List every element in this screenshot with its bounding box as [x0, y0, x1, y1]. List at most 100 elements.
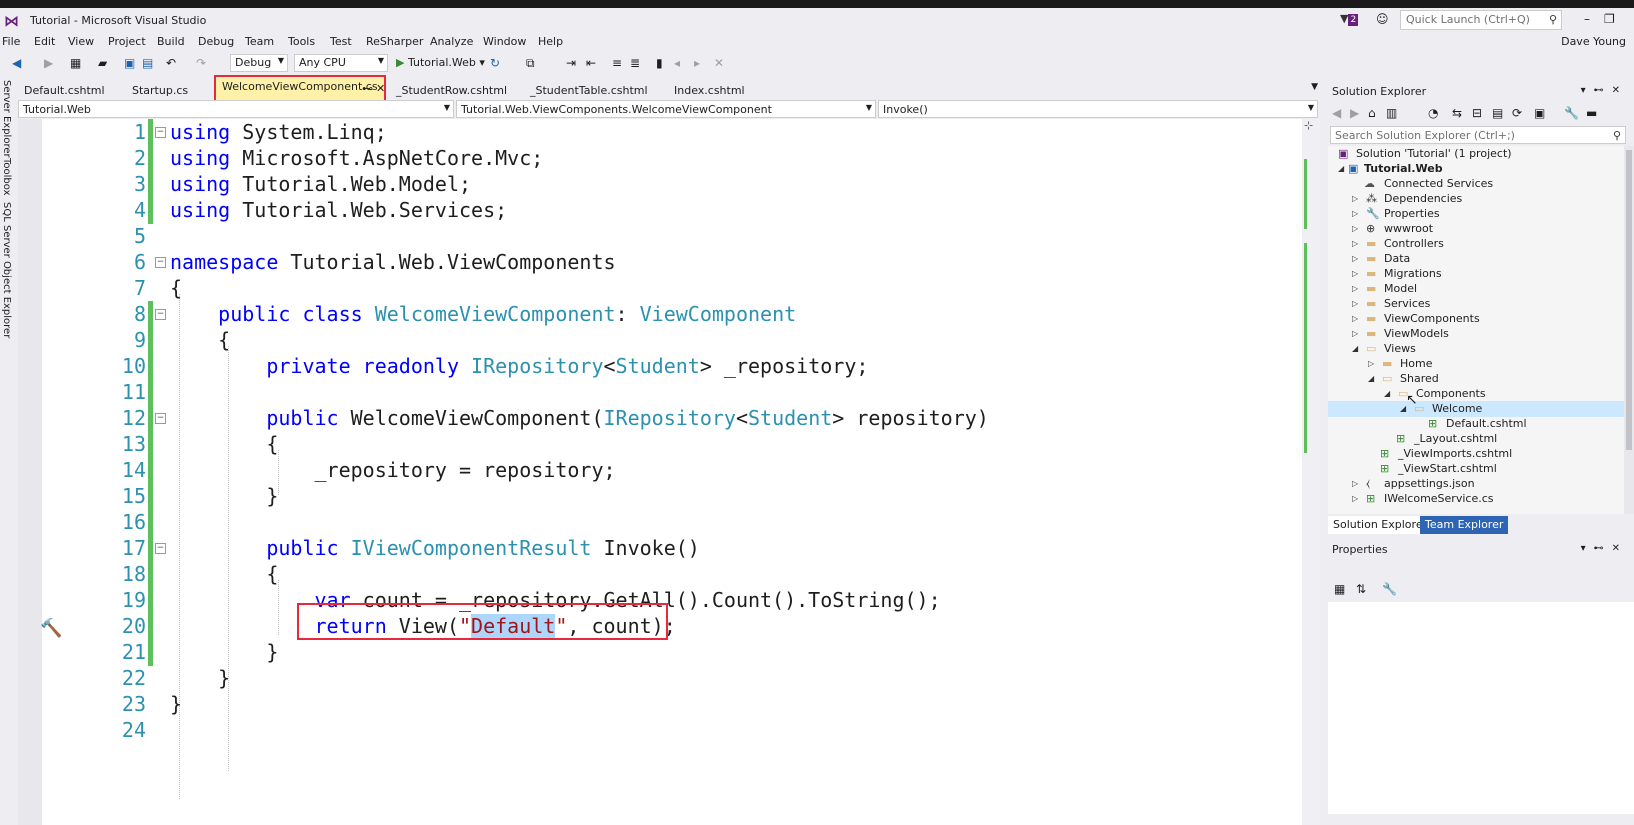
- uncomment-icon[interactable]: ≣: [630, 56, 640, 70]
- code-line-16[interactable]: 16: [18, 509, 1302, 536]
- tab-team-explorer[interactable]: Team Explorer: [1420, 516, 1509, 534]
- tree-item-viewmodels[interactable]: ▷ ▬ ViewModels: [1328, 326, 1624, 342]
- tab-default-cshtml[interactable]: Default.cshtml: [24, 81, 105, 100]
- tree-item-appsettings-json[interactable]: ▷ ⧼ appsettings.json: [1328, 476, 1624, 492]
- solution-explorer-scrollbar[interactable]: [1624, 146, 1634, 514]
- menu-team[interactable]: Team: [245, 35, 274, 48]
- code-line-14[interactable]: 14 _repository = repository;: [18, 457, 1302, 484]
- editor-vertical-scrollbar[interactable]: ⊹: [1302, 119, 1320, 825]
- categorized-icon[interactable]: ▦: [1334, 582, 1345, 596]
- tree-item-wwwroot[interactable]: ▷ ⊕ wwwroot: [1328, 221, 1624, 237]
- menu-view[interactable]: View: [68, 35, 94, 48]
- tree-item-shared[interactable]: ◢ ▭ Shared: [1328, 371, 1624, 387]
- code-line-7[interactable]: 7{: [18, 275, 1302, 302]
- expanded-arrow-icon[interactable]: ◢: [1338, 161, 1344, 177]
- feedback-icon[interactable]: ☺: [1376, 12, 1389, 26]
- collapse-icon[interactable]: −: [155, 257, 166, 268]
- window-controls[interactable]: –❐: [1584, 12, 1629, 26]
- forward-icon[interactable]: ▶: [1350, 106, 1359, 120]
- tree-item-services[interactable]: ▷ ▬ Services: [1328, 296, 1624, 312]
- code-line-15[interactable]: 15 }: [18, 483, 1302, 510]
- expanded-arrow-icon[interactable]: ◢: [1352, 341, 1358, 357]
- menu-resharper[interactable]: ReSharper: [366, 35, 423, 48]
- refresh-icon[interactable]: ⟳: [1512, 106, 1522, 120]
- collapse-icon[interactable]: −: [155, 127, 166, 138]
- tree-item-properties[interactable]: ▷ 🔧 Properties: [1328, 206, 1624, 222]
- tab-index-cshtml[interactable]: Index.cshtml: [674, 81, 745, 100]
- alphabetical-icon[interactable]: ⇅: [1356, 582, 1366, 596]
- collapsed-arrow-icon[interactable]: ▷: [1352, 236, 1358, 252]
- back-icon[interactable]: ◀: [1332, 106, 1341, 120]
- scrollbar-thumb[interactable]: [1626, 150, 1632, 450]
- tree-item-solution[interactable]: ▣ Solution 'Tutorial' (1 project): [1328, 146, 1624, 162]
- collapsed-arrow-icon[interactable]: ▷: [1352, 476, 1358, 492]
- collapsed-arrow-icon[interactable]: ▷: [1352, 296, 1358, 312]
- code-editor[interactable]: 1− using System.Linq; 2 using Microsoft.As…: [18, 119, 1302, 825]
- collapsed-arrow-icon[interactable]: ▷: [1352, 251, 1358, 267]
- code-line-6[interactable]: 6− namespace Tutorial.Web.ViewComponents: [18, 249, 1302, 276]
- tab-studenttable-cshtml[interactable]: _StudentTable.cshtml: [530, 81, 648, 100]
- split-icon[interactable]: ⊹: [1304, 119, 1313, 132]
- collapsed-arrow-icon[interactable]: ▷: [1352, 191, 1358, 207]
- collapse-icon[interactable]: −: [155, 413, 166, 424]
- collapsed-arrow-icon[interactable]: ▷: [1352, 326, 1358, 342]
- menu-project[interactable]: Project: [108, 35, 146, 48]
- properties-grid[interactable]: [1328, 602, 1634, 814]
- menu-analyze[interactable]: Analyze: [430, 35, 473, 48]
- open-file-icon[interactable]: ▰: [98, 56, 107, 70]
- collapsed-arrow-icon[interactable]: ▷: [1368, 356, 1374, 372]
- track-active-item-icon[interactable]: ▣: [1534, 106, 1545, 120]
- close-tab-icon[interactable]: ✕: [376, 82, 385, 95]
- sql-server-object-explorer-tab[interactable]: SQL Server Object Explorer: [1, 202, 12, 338]
- notifications-button[interactable]: ▼ 2: [1340, 12, 1364, 28]
- tree-item-model[interactable]: ▷ ▬ Model: [1328, 281, 1624, 297]
- menu-tools[interactable]: Tools: [288, 35, 315, 48]
- dropdown-icon[interactable]: ▾: [1581, 543, 1594, 554]
- tree-item-welcome[interactable]: ◢ ▭ Welcome: [1328, 401, 1624, 417]
- collapsed-arrow-icon[interactable]: ▷: [1352, 266, 1358, 282]
- redo-icon[interactable]: ↷: [196, 56, 206, 70]
- navigate-back-icon[interactable]: ◀: [12, 56, 21, 70]
- user-account[interactable]: Dave Young: [1561, 35, 1626, 48]
- expanded-arrow-icon[interactable]: ◢: [1368, 371, 1374, 387]
- code-line-12[interactable]: 12− public WelcomeViewComponent(IReposit…: [18, 405, 1302, 432]
- new-project-icon[interactable]: ▦: [70, 56, 81, 70]
- code-line-18[interactable]: 18 {: [18, 561, 1302, 588]
- solution-configuration-select[interactable]: Debug ▼: [230, 54, 288, 72]
- close-icon[interactable]: ✕: [1612, 543, 1628, 554]
- tree-item-connected-services[interactable]: ☁ Connected Services: [1328, 176, 1624, 192]
- tree-item-layout-cshtml[interactable]: ⊞ _Layout.cshtml: [1328, 431, 1624, 447]
- tree-item-data[interactable]: ▷ ▬ Data: [1328, 251, 1624, 267]
- step-over-icon[interactable]: ⇤: [586, 56, 596, 70]
- menu-help[interactable]: Help: [538, 35, 563, 48]
- tab-overflow-icon[interactable]: ▼: [1311, 82, 1318, 92]
- code-line-1[interactable]: 1− using System.Linq;: [18, 119, 1302, 146]
- next-bookmark-icon[interactable]: ▸: [694, 56, 700, 70]
- collapse-icon[interactable]: −: [155, 309, 166, 320]
- quick-actions-hammer-icon[interactable]: 🔨: [40, 618, 62, 639]
- code-line-22[interactable]: 22 }: [18, 665, 1302, 692]
- clear-bookmarks-icon[interactable]: ✕: [714, 56, 724, 70]
- code-line-17[interactable]: 17− public IViewComponentResult Invoke(): [18, 535, 1302, 562]
- refresh-icon[interactable]: ↻: [490, 56, 500, 70]
- code-line-9[interactable]: 9 {: [18, 327, 1302, 354]
- save-icon[interactable]: ▣: [124, 56, 135, 70]
- start-debugging-button[interactable]: ▶ Tutorial.Web ▾: [396, 56, 485, 69]
- server-explorer-tab[interactable]: Server Explorer: [1, 80, 12, 158]
- code-line-2[interactable]: 2 using Microsoft.AspNetCore.Mvc;: [18, 145, 1302, 172]
- tree-item-iwelcomeservice-cs[interactable]: ▷ ⊞ IWelcomeService.cs: [1328, 491, 1624, 507]
- code-line-3[interactable]: 3 using Tutorial.Web.Model;: [18, 171, 1302, 198]
- panel-window-controls[interactable]: ▾⊷✕: [1581, 543, 1628, 554]
- pin-icon[interactable]: ⊷: [1594, 543, 1612, 554]
- tab-startup-cs[interactable]: Startup.cs: [132, 81, 188, 100]
- tree-item-viewimports-cshtml[interactable]: ⊞ _ViewImports.cshtml: [1328, 446, 1624, 462]
- collapsed-arrow-icon[interactable]: ▷: [1352, 311, 1358, 327]
- code-line-8[interactable]: 8− public class WelcomeViewComponent: Vi…: [18, 301, 1302, 328]
- menu-edit[interactable]: Edit: [34, 35, 55, 48]
- restore-icon[interactable]: ❐: [1604, 12, 1629, 26]
- comment-icon[interactable]: ≡: [612, 56, 622, 70]
- menu-build[interactable]: Build: [157, 35, 185, 48]
- expanded-arrow-icon[interactable]: ◢: [1384, 386, 1390, 402]
- prev-bookmark-icon[interactable]: ◂: [674, 56, 680, 70]
- undo-icon[interactable]: ↶: [166, 56, 176, 70]
